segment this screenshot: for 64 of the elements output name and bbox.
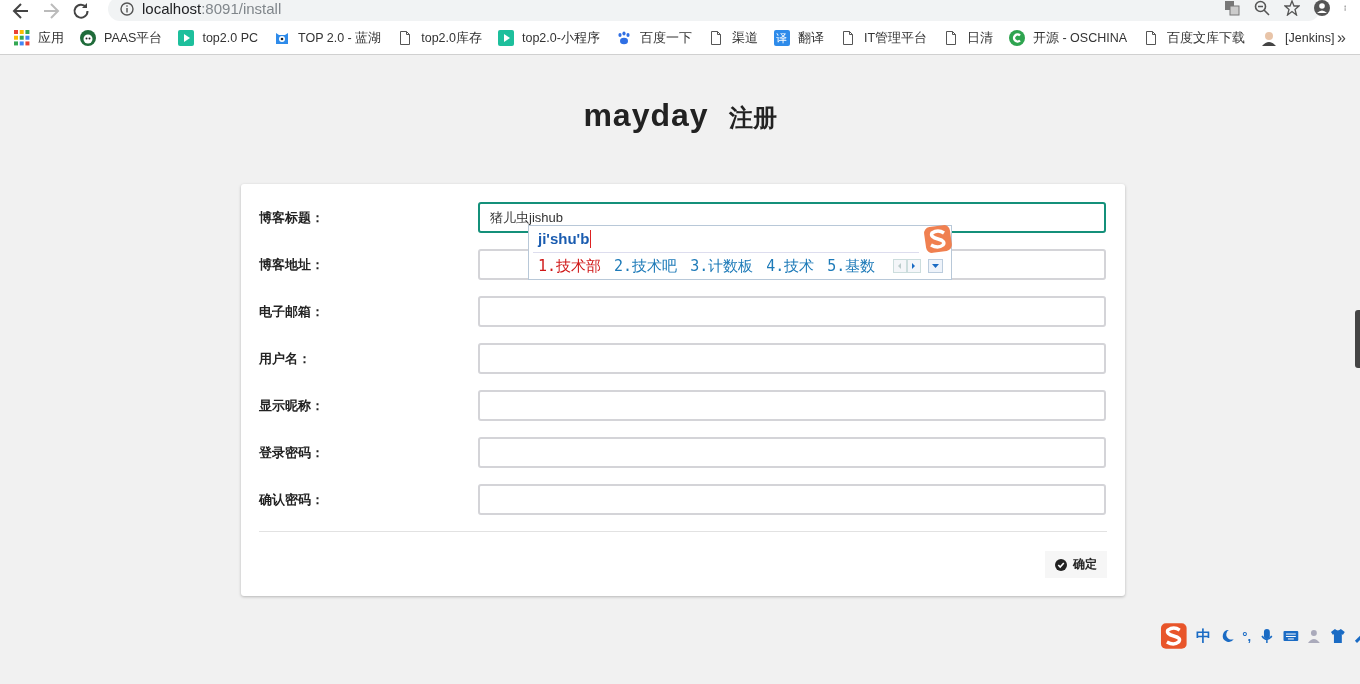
- keyboard-icon[interactable]: [1282, 628, 1299, 644]
- bookmark-label[interactable]: TOP 2.0 - 蓝湖: [298, 29, 382, 47]
- more-bookmarks[interactable]: »: [1337, 29, 1346, 47]
- microphone-icon[interactable]: [1259, 628, 1275, 644]
- back-arrow-icon[interactable]: [12, 2, 30, 20]
- panda-icon: [80, 30, 96, 46]
- ime-candidate[interactable]: 3.计数板: [690, 257, 754, 276]
- field-label: 博客地址：: [259, 255, 325, 274]
- bookmark-label[interactable]: top2.0库存: [421, 29, 482, 47]
- input-field[interactable]: [478, 390, 1106, 421]
- field-label: 用户名：: [259, 349, 312, 368]
- zoom-icon[interactable]: [1254, 0, 1270, 16]
- ime-candidate[interactable]: 2.技术吧: [614, 257, 678, 276]
- ime-candidate[interactable]: 4.技术: [766, 257, 815, 276]
- info-icon: [120, 2, 134, 16]
- bookmark-label[interactable]: 渠道: [731, 29, 758, 47]
- ime-candidate[interactable]: 5.基数: [827, 257, 876, 276]
- ime-candidate[interactable]: 1.技术部: [538, 257, 602, 276]
- play-icon: [178, 30, 195, 46]
- bookmark-label[interactable]: 百度文库下载: [1167, 29, 1246, 47]
- play-icon: [498, 30, 514, 46]
- bookmark-label[interactable]: top2.0 PC: [202, 31, 258, 45]
- star-icon[interactable]: [1284, 0, 1300, 16]
- input-field[interactable]: [478, 484, 1106, 515]
- bookmark-label[interactable]: 应用: [38, 29, 64, 47]
- translate-page-icon[interactable]: [1224, 0, 1240, 16]
- field-label: 登录密码：: [259, 443, 325, 462]
- avatar-icon: [1261, 30, 1278, 46]
- page-title: 注册: [728, 103, 777, 133]
- account-icon[interactable]: [1314, 0, 1330, 16]
- ime-composition: ji'shu'b: [538, 230, 592, 248]
- bookmark-label[interactable]: IT管理平台: [863, 29, 927, 47]
- mascot-icon: [274, 30, 290, 46]
- page-icon: [943, 30, 959, 46]
- ime-logo-icon[interactable]: [1160, 622, 1188, 650]
- bookmark-label[interactable]: top2.0-小程序: [522, 29, 600, 47]
- site-brand: mayday: [583, 97, 709, 134]
- input-field[interactable]: [478, 296, 1106, 327]
- input-mode[interactable]: 中: [1195, 626, 1211, 646]
- reload-icon[interactable]: [72, 2, 90, 20]
- bookmark-label[interactable]: [Jenkins]: [1285, 31, 1335, 45]
- punctuation-mode[interactable]: °,: [1242, 628, 1252, 644]
- url-path: :8091/install: [201, 0, 282, 17]
- field-label: 电子邮箱：: [259, 302, 325, 321]
- bookmark-label[interactable]: 日清: [967, 29, 993, 47]
- input-field[interactable]: [478, 437, 1106, 468]
- dropdown-icon[interactable]: [928, 259, 943, 273]
- address-bar[interactable]: localhost:8091/install: [108, 0, 1320, 21]
- field-label: 显示昵称：: [259, 396, 325, 415]
- translate-icon: 译: [773, 30, 790, 46]
- shirt-icon[interactable]: [1330, 628, 1347, 644]
- page-arrows-icon[interactable]: [893, 259, 921, 273]
- field-label: 确认密码：: [259, 490, 325, 509]
- check-circle-icon: [1055, 558, 1067, 571]
- bookmark-label[interactable]: 百度一下: [639, 29, 692, 47]
- confirm-button[interactable]: 确定: [1045, 551, 1107, 578]
- url-host: localhost: [142, 0, 202, 17]
- input-field[interactable]: [478, 343, 1106, 374]
- bookmark-label[interactable]: 开源 - OSCHINA: [1033, 29, 1128, 47]
- c-logo-icon: [1009, 30, 1025, 46]
- bookmark-label[interactable]: 翻译: [797, 29, 824, 47]
- bookmark-label[interactable]: PAAS平台: [104, 29, 163, 47]
- apps-grid-icon: [14, 30, 30, 46]
- field-label: 博客标题：: [259, 208, 325, 227]
